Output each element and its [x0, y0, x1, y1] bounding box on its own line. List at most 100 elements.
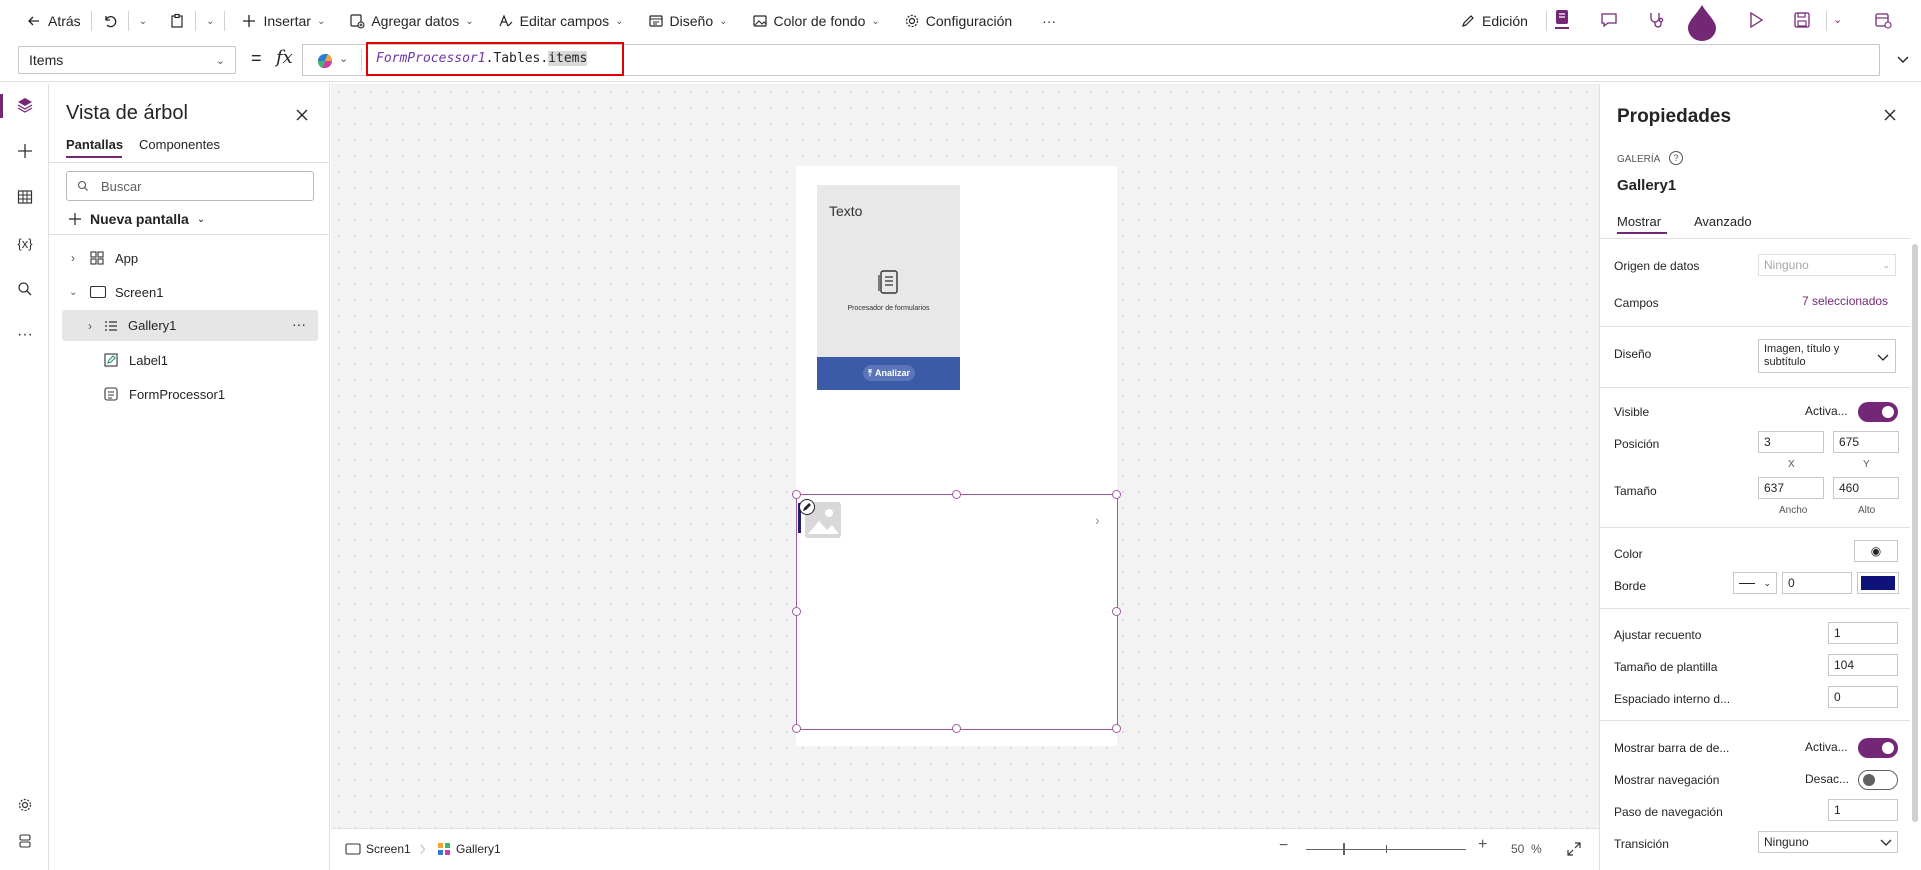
design-canvas[interactable]: Texto Procesador de formularios ⤒ Analiz… [331, 84, 1599, 828]
formula-bar: Items ⌄ = fx ⌄ FormProcessor1.Tables.ite… [0, 42, 1921, 82]
resize-handle[interactable] [792, 607, 801, 616]
help-icon[interactable]: ? [1669, 151, 1683, 165]
paint-bucket-icon: ◉ [1870, 544, 1882, 558]
more-rail-button[interactable]: ··· [14, 324, 36, 346]
resize-handle[interactable] [1112, 490, 1121, 499]
new-screen-button[interactable]: Nueva pantalla ⌄ [68, 208, 205, 230]
data-source-label: Origen de datos [1614, 259, 1700, 273]
fields-link[interactable]: 7 seleccionados [1802, 294, 1888, 308]
resize-handle[interactable] [792, 724, 801, 733]
background-color-button[interactable]: Color de fondo ⌄ [744, 5, 888, 37]
formula-text[interactable]: FormProcessor1.Tables.items [366, 42, 624, 76]
tree-item-screen1[interactable]: ⌄ Screen1 [63, 277, 317, 307]
template-size-input[interactable]: 104 [1828, 654, 1898, 676]
virtual-agent-rail-button[interactable] [14, 830, 36, 852]
paste-dropdown[interactable]: ⌄ [198, 5, 222, 37]
app-screen[interactable]: Texto Procesador de formularios ⤒ Analiz… [796, 166, 1118, 746]
show-nav-toggle[interactable] [1858, 770, 1898, 790]
copilot-drop-button[interactable] [1686, 3, 1718, 41]
border-color-picker[interactable] [1857, 572, 1899, 594]
breadcrumb-screen1[interactable]: Screen1 [345, 842, 411, 856]
tree-item-formprocessor1[interactable]: FormProcessor1 [63, 379, 317, 409]
tab-display[interactable]: Mostrar [1617, 214, 1661, 229]
breadcrumb-gallery1[interactable]: Gallery1 [437, 842, 501, 856]
border-style-dropdown[interactable]: ⌄ [1733, 572, 1777, 594]
fit-to-window-icon[interactable] [1566, 841, 1582, 857]
more-options-button[interactable]: ··· [292, 316, 306, 332]
zoom-in-button[interactable]: + [1478, 836, 1487, 854]
tab-components[interactable]: Componentes [139, 137, 220, 152]
chevron-down-icon [1877, 354, 1889, 361]
resize-handle[interactable] [952, 724, 961, 733]
chevron-down-icon[interactable] [1895, 51, 1911, 67]
stethoscope-icon [1650, 13, 1664, 28]
chevron-down-icon: ⌄ [1833, 14, 1843, 26]
position-x-input[interactable]: 3 [1758, 431, 1824, 453]
layout-dropdown[interactable]: Imagen, título y subtítulo [1758, 339, 1896, 373]
color-picker[interactable]: ◉ [1854, 540, 1898, 562]
settings-rail-button[interactable] [14, 794, 36, 816]
close-icon[interactable] [295, 108, 309, 122]
publish-button[interactable] [1874, 11, 1894, 31]
insert-button[interactable]: Insertar ⌄ [233, 5, 333, 37]
resize-handle[interactable] [1112, 607, 1121, 616]
border-thickness-input[interactable]: 0 [1782, 572, 1852, 594]
property-dropdown[interactable]: Items ⌄ [18, 46, 236, 74]
tab-advanced[interactable]: Avanzado [1694, 214, 1752, 229]
comments-button[interactable] [1600, 11, 1620, 31]
tree-item-gallery1[interactable]: › Gallery1 ··· [62, 310, 318, 341]
zoom-value[interactable]: 50 [1511, 842, 1524, 856]
width-input[interactable]: 637 [1758, 477, 1824, 499]
resize-handle[interactable] [952, 490, 961, 499]
visible-toggle[interactable] [1858, 402, 1898, 422]
close-icon[interactable] [1883, 108, 1897, 122]
undo-button[interactable] [94, 5, 126, 37]
chevron-down-icon[interactable]: ⌄ [339, 52, 348, 65]
size-label: Tamaño [1614, 484, 1657, 498]
edit-fields-button[interactable]: Editar campos ⌄ [490, 5, 632, 37]
analyze-button[interactable]: ⤒ Analizar [863, 365, 915, 381]
gallery-selected[interactable]: › [796, 494, 1118, 730]
design-button[interactable]: Diseño ⌄ [640, 5, 736, 37]
resize-handle[interactable] [1112, 724, 1121, 733]
position-y-input[interactable]: 675 [1833, 431, 1899, 453]
undo-dropdown[interactable]: ⌄ [131, 5, 155, 37]
tree-item-label1[interactable]: Label1 [63, 345, 317, 375]
tree-search-input[interactable]: Buscar [66, 171, 314, 201]
tab-screens[interactable]: Pantallas [66, 137, 123, 152]
preview-button[interactable] [1747, 11, 1767, 31]
tree-view-button[interactable] [14, 94, 36, 116]
more-commands-button[interactable]: ··· [1034, 5, 1064, 37]
back-button[interactable]: Atrás [18, 5, 89, 37]
settings-button[interactable]: Configuración [896, 5, 1020, 37]
health-checker-button[interactable] [1647, 11, 1667, 31]
data-source-dropdown[interactable]: Ninguno ⌄ [1758, 254, 1896, 276]
nav-step-input[interactable]: 1 [1828, 799, 1898, 821]
variables-rail-button[interactable]: {x} [14, 232, 36, 254]
divider [127, 11, 129, 31]
insert-rail-button[interactable] [14, 140, 36, 162]
save-dropdown[interactable]: ⌄ [1833, 13, 1849, 29]
edit-mode-button[interactable]: Edición [1452, 5, 1536, 37]
search-rail-button[interactable] [14, 278, 36, 300]
add-data-button[interactable]: Agregar datos ⌄ [341, 5, 481, 37]
resize-handle[interactable] [792, 490, 801, 499]
show-scrollbar-toggle[interactable] [1858, 738, 1898, 758]
zoom-slider-thumb[interactable] [1343, 843, 1345, 855]
save-button[interactable] [1793, 11, 1813, 31]
chevron-down-icon: ⌄ [69, 286, 78, 298]
chevron-down-icon: ⌄ [206, 15, 215, 27]
copilot-button[interactable] [315, 51, 335, 71]
tree-item-app[interactable]: › App [63, 243, 317, 273]
data-rail-button[interactable] [14, 186, 36, 208]
wrap-count-input[interactable]: 1 [1828, 622, 1898, 644]
app-checker-button[interactable] [1553, 8, 1573, 32]
transition-dropdown[interactable]: Ninguno [1758, 831, 1898, 853]
properties-scrollbar[interactable] [1912, 244, 1918, 822]
edit-template-button[interactable] [799, 499, 815, 515]
zoom-out-button[interactable]: − [1279, 837, 1288, 855]
paste-button[interactable] [161, 5, 193, 37]
template-padding-input[interactable]: 0 [1828, 686, 1898, 708]
form-processor-control[interactable]: Texto Procesador de formularios ⤒ Analiz… [817, 185, 960, 390]
height-input[interactable]: 460 [1833, 477, 1899, 499]
